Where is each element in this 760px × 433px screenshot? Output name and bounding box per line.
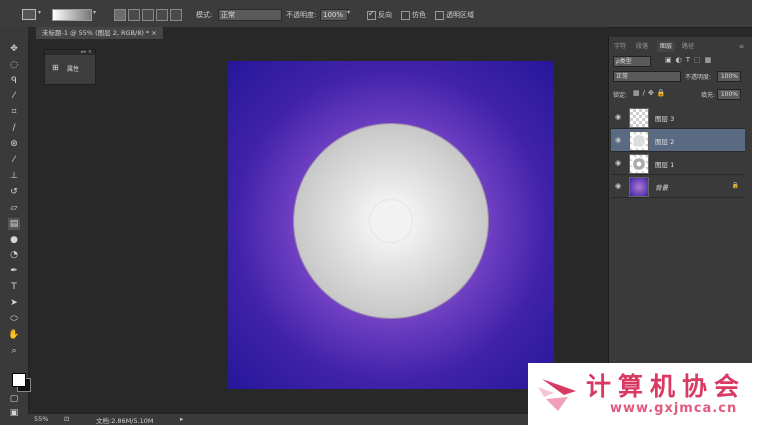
opacity-label: 不透明度: <box>286 11 317 19</box>
layer-opacity-label: 不透明度: <box>685 74 712 81</box>
properties-label[interactable]: 属性 <box>67 64 79 73</box>
layer-name[interactable]: 图层 3 <box>655 113 674 123</box>
tab-layers[interactable]: 图层 <box>657 41 676 52</box>
panel-tabs: 字符 段落 图层 路径 ≡ <box>609 41 752 52</box>
disc-center-hole <box>370 200 412 242</box>
healing-icon[interactable]: ⊛ <box>8 138 20 150</box>
document-canvas[interactable] <box>228 61 554 389</box>
fill-input[interactable]: 100% <box>717 89 741 100</box>
panel-collapse-handle[interactable]: ▸▸ × <box>45 50 95 55</box>
dodge-icon[interactable]: ◔ <box>8 249 20 261</box>
document-info: 文档:2.86M/5.10M <box>96 417 154 425</box>
tab-paragraph[interactable]: 段落 <box>636 41 648 52</box>
eraser-icon[interactable]: ▱ <box>8 202 20 214</box>
eye-icon[interactable]: ◉ <box>615 113 621 121</box>
layer-name[interactable]: 图层 2 <box>655 136 674 146</box>
screen-mode-icon[interactable]: ▣ <box>8 407 20 419</box>
tab-paths[interactable]: 路径 <box>682 41 694 52</box>
chevron-down-icon[interactable]: ▾ <box>93 9 96 16</box>
layer-name[interactable]: 图层 1 <box>655 159 674 169</box>
layer-opacity-input[interactable]: 100% <box>717 71 741 82</box>
tab-character[interactable]: 字符 <box>614 41 626 52</box>
zoom-icon[interactable]: ⌕ <box>8 345 20 357</box>
reverse-label: 反向 <box>378 11 392 19</box>
foreground-color-swatch[interactable] <box>12 373 26 387</box>
hand-icon[interactable]: ✋ <box>8 329 20 341</box>
mode-select[interactable]: 正常 <box>218 9 282 21</box>
layer-thumbnail <box>629 108 649 128</box>
tool-preset-picker[interactable] <box>22 9 36 20</box>
export-icon[interactable]: ⊡ <box>64 415 69 423</box>
type-icon[interactable]: T <box>8 281 20 293</box>
stamp-icon[interactable]: ⊥ <box>8 170 20 182</box>
eyedropper-icon[interactable]: ∕ <box>8 122 20 134</box>
document-tab[interactable]: 未标题-1 @ 55% (图层 2, RGB/8) * × <box>36 27 163 39</box>
marquee-icon[interactable]: ◌ <box>8 59 20 71</box>
blend-mode-select[interactable]: 正常 <box>613 71 681 82</box>
layer-row[interactable]: ◉ 图层 3 <box>611 106 745 129</box>
mode-label: 模式: <box>196 11 213 19</box>
path-select-icon[interactable]: ➤ <box>8 297 20 309</box>
layer-thumbnail <box>629 177 649 197</box>
status-bar: 55% ⊡ 文档:2.86M/5.10M ▸ <box>28 413 608 425</box>
zoom-level[interactable]: 55% <box>34 415 48 423</box>
reverse-checkbox[interactable] <box>367 9 376 20</box>
watermark: 计算机协会 www.gxjmca.cn <box>528 363 760 433</box>
eye-icon[interactable]: ◉ <box>615 136 621 144</box>
watermark-url: www.gxjmca.cn <box>610 401 738 416</box>
lock-options-icons[interactable]: ▦∕✥🔒 <box>633 89 669 97</box>
chevron-down-icon[interactable]: ▾ <box>347 9 350 16</box>
history-brush-icon[interactable]: ↺ <box>8 186 20 198</box>
layer-filter-icons[interactable]: ▣◐T⬚▦ <box>665 56 715 64</box>
lasso-icon[interactable]: ᑫ <box>8 75 20 87</box>
properties-mini-panel: ▸▸ × ⊞ 属性 <box>44 49 96 85</box>
layer-thumbnail <box>629 154 649 174</box>
opacity-input[interactable]: 100% <box>320 9 348 21</box>
panel-menu-icon[interactable]: ≡ <box>739 41 744 52</box>
chevron-down-icon[interactable]: ▾ <box>38 9 41 16</box>
angle-gradient-button[interactable] <box>142 9 154 21</box>
document-tab-bar: 未标题-1 @ 55% (图层 2, RGB/8) * × <box>28 27 608 39</box>
eye-icon[interactable]: ◉ <box>615 182 621 190</box>
blur-icon[interactable]: ● <box>8 234 20 246</box>
watermark-text: 计算机协会 <box>586 372 747 401</box>
options-bar: ▾ ▾ 模式: 正常 不透明度: 100% ▾ 反向 仿色 透明区域 <box>0 0 752 28</box>
shape-icon[interactable]: ⬭ <box>8 313 20 325</box>
linear-gradient-button[interactable] <box>114 9 126 21</box>
move-icon[interactable]: ✥ <box>8 43 20 55</box>
status-menu-arrow-icon[interactable]: ▸ <box>180 415 183 423</box>
photoshop-window: ▾ ▾ 模式: 正常 不透明度: 100% ▾ 反向 仿色 透明区域 ✥ ◌ ᑫ… <box>0 0 752 425</box>
reflected-gradient-button[interactable] <box>156 9 168 21</box>
lock-icon: 🔒 <box>731 182 739 189</box>
layer-row[interactable]: ◉ 背景 🔒 <box>611 175 745 198</box>
watermark-logo-icon <box>538 379 576 411</box>
radial-gradient-button[interactable] <box>128 9 140 21</box>
transparency-checkbox[interactable] <box>435 11 444 20</box>
layer-row[interactable]: ◉ 图层 1 <box>611 152 745 175</box>
fill-label: 填充: <box>701 92 716 99</box>
layer-row[interactable]: ◉ 图层 2 <box>611 129 745 152</box>
tools-panel: ✥ ◌ ᑫ ⁄ ⌗ ∕ ⊛ ⁄ ⊥ ↺ ▱ ▤ ● ◔ ✒ T ➤ ⬭ ✋ ⌕ … <box>0 27 31 425</box>
gradient-editor-swatch[interactable] <box>52 9 92 21</box>
layer-name[interactable]: 背景 <box>655 182 668 192</box>
dither-label: 仿色 <box>412 11 426 19</box>
layer-kind-filter[interactable]: ρ类型 <box>613 56 651 67</box>
dither-checkbox[interactable] <box>401 11 410 20</box>
pen-icon[interactable]: ✒ <box>8 265 20 277</box>
disc-shape <box>294 124 488 318</box>
crop-icon[interactable]: ⌗ <box>8 106 20 118</box>
eye-icon[interactable]: ◉ <box>615 159 621 167</box>
lock-label: 锁定: <box>613 92 628 99</box>
diamond-gradient-button[interactable] <box>170 9 182 21</box>
brush-icon[interactable]: ⁄ <box>8 154 20 166</box>
transparency-label: 透明区域 <box>446 11 474 19</box>
layer-thumbnail <box>629 131 649 151</box>
gradient-icon[interactable]: ▤ <box>8 218 20 230</box>
magic-wand-icon[interactable]: ⁄ <box>8 90 20 102</box>
quick-mask-icon[interactable]: ▢ <box>8 393 20 405</box>
properties-icon[interactable]: ⊞ <box>52 63 59 72</box>
